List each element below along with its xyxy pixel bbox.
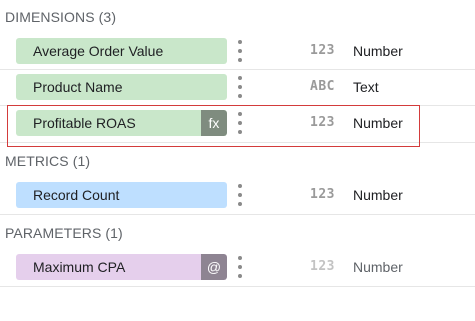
parameter-chip[interactable]: Maximum CPA @ (16, 254, 227, 280)
field-type-label: Number (353, 187, 403, 203)
chip-label: Maximum CPA (33, 259, 126, 275)
more-options-icon[interactable] (236, 40, 244, 62)
field-row-product-name[interactable]: Product Name ABC Text (0, 70, 475, 106)
text-type-icon: ABC (310, 79, 335, 94)
field-type-label: Text (353, 79, 379, 95)
more-options-icon[interactable] (236, 256, 244, 278)
dimension-chip[interactable]: Product Name (16, 74, 227, 100)
dimension-chip[interactable]: Average Order Value (16, 38, 227, 64)
highlight-annotation-box (7, 105, 420, 147)
section-divider (0, 286, 475, 287)
metrics-section-header: METRICS (1) (5, 153, 91, 169)
parameters-section-header: PARAMETERS (1) (5, 225, 123, 241)
metric-chip[interactable]: Record Count (16, 182, 227, 208)
field-type-label: Number (353, 259, 403, 275)
number-type-icon: 123 (310, 43, 335, 58)
field-type-label: Number (353, 43, 403, 59)
field-list-panel: DIMENSIONS (3) Average Order Value 123 N… (0, 0, 475, 321)
section-divider (0, 214, 475, 215)
field-row-average-order-value[interactable]: Average Order Value 123 Number (0, 34, 475, 70)
parameter-at-icon[interactable]: @ (201, 254, 227, 280)
field-row-record-count[interactable]: Record Count 123 Number (0, 178, 475, 214)
number-type-icon: 123 (310, 259, 335, 274)
field-row-maximum-cpa[interactable]: Maximum CPA @ 123 Number (0, 250, 475, 286)
more-options-icon[interactable] (236, 184, 244, 206)
number-type-icon: 123 (310, 187, 335, 202)
dimensions-section-header: DIMENSIONS (3) (5, 9, 117, 25)
more-options-icon[interactable] (236, 76, 244, 98)
